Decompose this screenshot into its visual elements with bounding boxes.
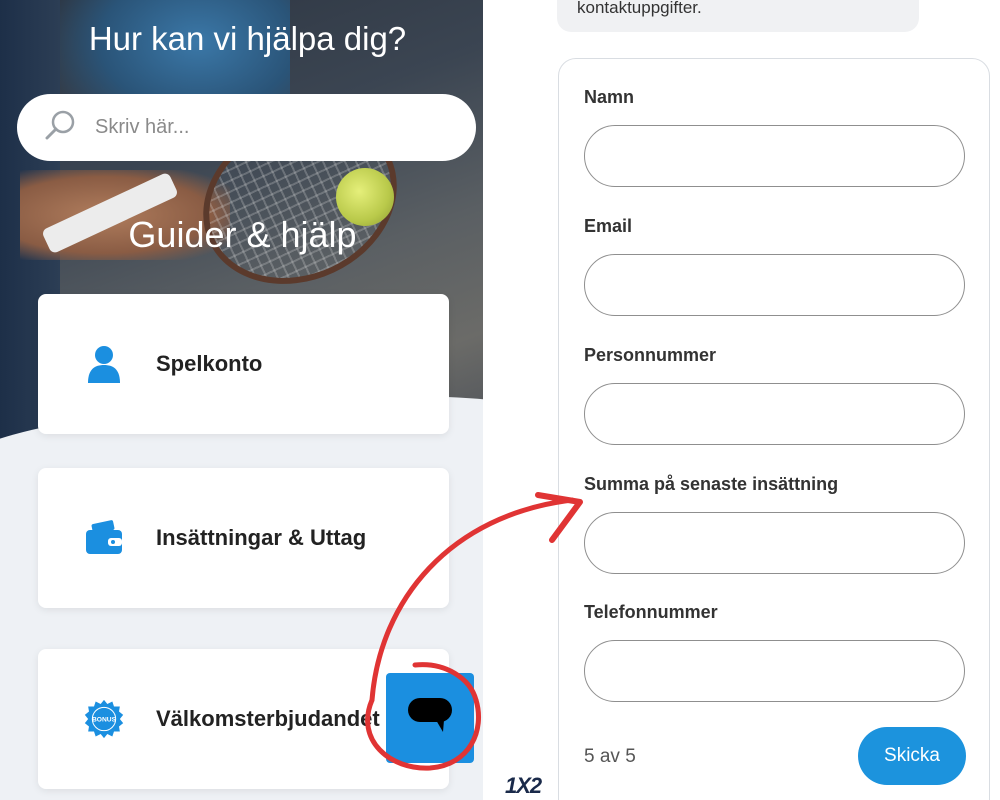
help-title: Hur kan vi hjälpa dig? bbox=[88, 20, 407, 57]
last-deposit-label: Summa på senaste insättning bbox=[584, 474, 839, 494]
phone-label: Telefonnummer bbox=[584, 602, 718, 622]
contact-form: Namn Email Personnummer Summa på senaste… bbox=[558, 58, 990, 800]
search-icon bbox=[43, 107, 79, 148]
email-field[interactable] bbox=[584, 254, 965, 316]
guide-card-label: Välkomsterbjudandet bbox=[156, 706, 380, 731]
chat-message-bubble: kontaktuppgifter. bbox=[557, 0, 919, 32]
guide-card-insattningar[interactable]: Insättningar & Uttag bbox=[38, 468, 449, 608]
chat-icon bbox=[406, 694, 454, 743]
personnummer-field[interactable] bbox=[584, 383, 965, 445]
guide-card-spelkonto[interactable]: Spelkonto bbox=[38, 294, 449, 434]
chat-launcher-button[interactable] bbox=[386, 673, 474, 763]
email-label: Email bbox=[584, 216, 633, 236]
guide-card-label: Spelkonto bbox=[156, 351, 263, 376]
submit-button[interactable]: Skicka bbox=[858, 727, 966, 785]
screenshot-stage: Hur kan vi hjälpa dig? Guider & hjälp Sp… bbox=[0, 0, 1000, 800]
wallet-icon bbox=[84, 518, 124, 558]
chat-message-text: kontaktuppgifter. bbox=[577, 0, 702, 17]
personnummer-label: Personnummer bbox=[584, 345, 717, 365]
bonus-badge-text: BONUS bbox=[92, 717, 117, 724]
search-bar[interactable] bbox=[17, 94, 476, 161]
step-indicator: 5 av 5 bbox=[584, 746, 636, 767]
phone-field[interactable] bbox=[584, 640, 965, 702]
guide-card-label: Insättningar & Uttag bbox=[156, 525, 367, 550]
brand-logo: 1X2 bbox=[505, 773, 542, 798]
guides-title: Guider & hjälp bbox=[128, 214, 357, 255]
name-label: Namn bbox=[584, 87, 635, 107]
user-icon bbox=[84, 344, 124, 384]
search-input[interactable] bbox=[95, 116, 435, 139]
help-center-panel: Hur kan vi hjälpa dig? Guider & hjälp Sp… bbox=[0, 0, 483, 800]
name-field[interactable] bbox=[584, 125, 965, 187]
last-deposit-field[interactable] bbox=[584, 512, 965, 574]
bonus-badge-icon: BONUS bbox=[84, 699, 124, 739]
contact-form-panel: kontaktuppgifter. Namn Email Personnumme… bbox=[483, 0, 1000, 800]
